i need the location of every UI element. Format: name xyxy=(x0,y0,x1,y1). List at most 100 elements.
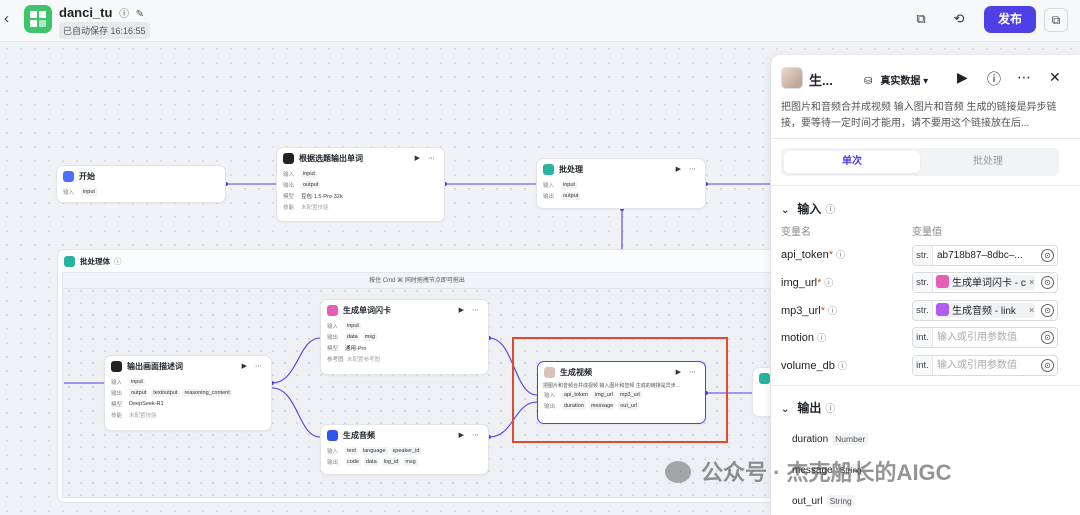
param-tag: output xyxy=(561,191,581,200)
database-icon: ⛁ xyxy=(864,76,873,87)
panel-toggle-icon[interactable]: ⧉ xyxy=(1044,8,1068,32)
node-gen-words[interactable]: 根据选题输出单词 ▶ ⋯ 输入 input 输出 output 模型 豆包·1.5·Pr… xyxy=(276,147,445,222)
help-icon[interactable]: ⓘ xyxy=(987,69,1001,89)
llm-icon xyxy=(283,152,294,164)
param-tag: output xyxy=(301,180,321,189)
var-label: motion xyxy=(781,332,815,344)
row-label: 输入 xyxy=(543,182,555,189)
param-tag: msg xyxy=(403,457,418,466)
output-type: Number xyxy=(832,433,869,445)
var-label: img_url xyxy=(781,277,818,289)
tab-batch[interactable]: 批处理 xyxy=(920,151,1056,173)
type-badge: str. xyxy=(913,301,933,320)
node-word-card[interactable]: 生成单词闪卡 ▶ ⋯ 输入 input 输出 data msg 模型 通用-Pro 参考图… xyxy=(320,299,489,375)
reference-chip: 生成单词闪卡 - c xyxy=(935,275,1035,290)
field-value: 生成音频 - link xyxy=(952,306,1016,317)
row-label: 技能 xyxy=(283,204,295,211)
row-label: 技能 xyxy=(111,412,123,419)
required-mark: * xyxy=(817,277,822,289)
selection-highlight xyxy=(512,337,728,443)
output-name: out_url xyxy=(792,496,823,507)
model-name: 通用-Pro xyxy=(345,345,367,352)
volume-db-field[interactable]: int. 输入或引用参数值 ⊙ xyxy=(912,355,1058,376)
app-title: danci_tu ⓘ ✎ xyxy=(59,5,144,20)
param-tag: input xyxy=(301,169,317,178)
output-section-header[interactable]: ⌄ 输出 ⓘ xyxy=(781,399,835,416)
panel-title: 生... xyxy=(809,73,833,88)
run-icon[interactable]: ▶ xyxy=(957,69,968,86)
node-title: 生成音频 xyxy=(343,430,375,440)
row-label: 输入 xyxy=(283,171,295,178)
wechat-icon xyxy=(665,461,691,483)
run-mode-tabs: 单次 批处理 xyxy=(781,148,1059,176)
reference-icon[interactable]: ⊙ xyxy=(1041,359,1054,372)
info-icon: ⓘ xyxy=(837,361,847,371)
output-name: duration xyxy=(792,434,829,445)
param-tag: output xyxy=(129,388,149,397)
row-label: 输入 xyxy=(63,189,75,196)
var-name: mp3_url* ⓘ xyxy=(781,304,837,317)
var-name: volume_db ⓘ xyxy=(781,359,847,372)
input-section-header[interactable]: ⌄ 输入 ⓘ xyxy=(781,200,835,217)
var-name: api_token* ⓘ xyxy=(781,248,845,261)
publish-button[interactable]: 发布 xyxy=(984,6,1036,33)
reference-icon[interactable]: ⊙ xyxy=(1041,249,1054,262)
type-badge: int. xyxy=(913,328,933,347)
field-value: ab718b87–8dbc–... xyxy=(937,250,1023,261)
node-start[interactable]: 开始 输入 input xyxy=(56,165,226,203)
mp3-url-field[interactable]: str. 生成音频 - link × ⊙ xyxy=(912,300,1058,321)
close-icon[interactable]: ✕ xyxy=(1049,69,1061,86)
api-token-field[interactable]: str. ab718b87–8dbc–... ⊙ xyxy=(912,245,1058,266)
param-tag: textoutput xyxy=(151,388,180,397)
info-icon[interactable]: ⓘ xyxy=(119,9,129,20)
chevron-down-icon: ⌄ xyxy=(781,404,790,415)
param-tag: data xyxy=(345,332,360,341)
back-arrow-icon[interactable]: ‹ xyxy=(4,10,9,27)
run-more-icon[interactable]: ▶ ⋯ xyxy=(676,165,699,173)
info-icon: ⓘ xyxy=(825,404,836,415)
info-icon: ⓘ xyxy=(828,306,838,316)
app-logo-icon xyxy=(24,5,52,33)
edit-icon[interactable]: ✎ xyxy=(136,9,144,20)
run-more-icon[interactable]: ▶ ⋯ xyxy=(415,154,438,162)
run-more-icon[interactable]: ▶ ⋯ xyxy=(459,431,482,439)
reference-icon[interactable]: ⊙ xyxy=(1041,276,1054,289)
info-icon: ⓘ xyxy=(825,205,836,216)
field-value: 生成单词闪卡 - c xyxy=(952,278,1026,289)
section-title: 输入 xyxy=(797,202,822,216)
var-name: img_url* ⓘ xyxy=(781,276,833,289)
tab-single[interactable]: 单次 xyxy=(784,151,920,173)
batch-icon xyxy=(543,163,554,175)
row-label: 模型 xyxy=(283,193,295,200)
reference-icon[interactable]: ⊙ xyxy=(1041,331,1054,344)
param-tag: code xyxy=(345,457,361,466)
img-url-field[interactable]: str. 生成单词闪卡 - c × ⊙ xyxy=(912,272,1058,293)
var-name: motion ⓘ xyxy=(781,331,826,344)
reference-icon[interactable]: ⊙ xyxy=(1041,304,1054,317)
node-audio[interactable]: 生成音频 ▶ ⋯ 输入 text language speaker_id 输出 code d… xyxy=(320,424,489,475)
code-icon xyxy=(759,372,770,384)
caret-down-icon: ▾ xyxy=(923,76,929,87)
motion-field[interactable]: int. 输入或引用参数值 ⊙ xyxy=(912,327,1058,348)
mode-select[interactable]: ⛁ 真实数据 ▾ xyxy=(864,72,928,87)
row-label: 参考图 xyxy=(327,356,344,363)
param-tag: input xyxy=(561,180,577,189)
copy-icon[interactable]: ⧉ xyxy=(912,11,930,29)
col-header-value: 变量值 xyxy=(912,227,942,238)
node-batch[interactable]: 批处理 ▶ ⋯ 输入 input 输出 output xyxy=(536,158,706,209)
row-label: 输出 xyxy=(327,334,339,341)
clear-icon[interactable]: × xyxy=(1029,273,1034,292)
history-icon[interactable]: ⟲ xyxy=(950,11,968,29)
clear-icon[interactable]: × xyxy=(1029,301,1034,320)
run-more-icon[interactable]: ▶ ⋯ xyxy=(459,306,482,314)
watermark-text: 公众号 · 杰克船长的AIGC xyxy=(701,460,952,485)
type-badge: int. xyxy=(913,356,933,375)
node-title: 输出画面描述词 xyxy=(127,361,183,371)
run-more-icon[interactable]: ▶ ⋯ xyxy=(242,362,265,370)
node-scene-prompt[interactable]: 输出画面描述词 ▶ ⋯ 输入 input 输出 output textoutput rea… xyxy=(104,355,272,431)
var-label: mp3_url xyxy=(781,305,821,317)
app-name: danci_tu xyxy=(59,5,113,20)
more-icon[interactable]: ⋯ xyxy=(1017,69,1031,86)
skill-value: 未配置技能 xyxy=(129,412,157,419)
mode-label: 真实数据 xyxy=(880,76,921,87)
